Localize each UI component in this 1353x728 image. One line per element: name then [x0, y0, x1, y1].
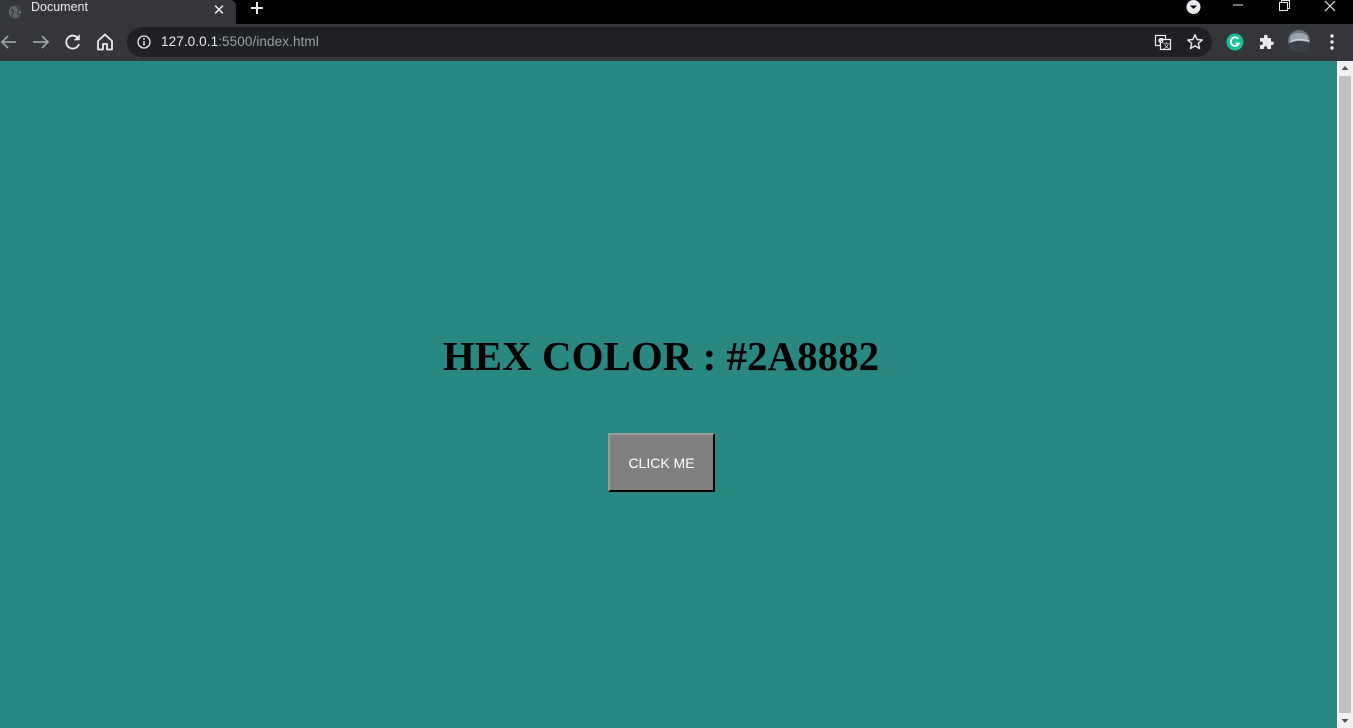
- home-icon[interactable]: [95, 32, 115, 52]
- minimize-icon[interactable]: [1215, 0, 1261, 16]
- tab-title: Document: [31, 0, 88, 14]
- hex-color-heading: HEX COLOR : #2A8882: [442, 333, 880, 379]
- address-bar[interactable]: 127.0.0.1:5500/index.html G 文: [127, 27, 1212, 57]
- url-host: 127.0.0.1: [161, 34, 219, 49]
- browser-toolbar: 127.0.0.1:5500/index.html G 文: [0, 24, 1353, 61]
- translate-icon[interactable]: G 文: [1154, 33, 1172, 51]
- svg-text:文: 文: [1163, 41, 1170, 50]
- scrollbar-thumb[interactable]: [1339, 76, 1351, 713]
- globe-icon: [8, 5, 22, 19]
- new-tab-button[interactable]: [247, 0, 267, 16]
- avatar-image: [1288, 30, 1310, 52]
- tab-close-icon[interactable]: ✕: [210, 2, 228, 20]
- click-me-button[interactable]: CLICK ME: [608, 433, 715, 492]
- extensions-puzzle-icon[interactable]: [1257, 32, 1277, 52]
- profile-avatar[interactable]: [1288, 30, 1310, 52]
- url-text[interactable]: 127.0.0.1:5500/index.html: [161, 27, 319, 57]
- kebab-menu-icon[interactable]: [1322, 32, 1342, 52]
- scroll-down-arrow-icon[interactable]: [1337, 714, 1353, 728]
- tab-document[interactable]: Document ✕: [0, 0, 236, 24]
- page-viewport: HEX COLOR : #2A8882 CLICK ME: [0, 61, 1337, 728]
- back-arrow-icon[interactable]: [0, 32, 20, 52]
- info-icon[interactable]: [137, 35, 151, 49]
- close-window-icon[interactable]: [1307, 0, 1353, 16]
- reload-icon[interactable]: [63, 32, 83, 52]
- scroll-up-arrow-icon[interactable]: [1337, 61, 1353, 75]
- tab-search-icon[interactable]: [1185, 0, 1202, 15]
- bookmark-star-icon[interactable]: [1186, 33, 1204, 51]
- forward-arrow-icon[interactable]: [31, 32, 51, 52]
- url-path: :5500/index.html: [218, 34, 319, 49]
- tab-strip: Document ✕: [0, 0, 1353, 24]
- vertical-scrollbar[interactable]: [1337, 61, 1353, 728]
- grammarly-icon[interactable]: [1225, 32, 1245, 52]
- restore-icon[interactable]: [1261, 0, 1307, 16]
